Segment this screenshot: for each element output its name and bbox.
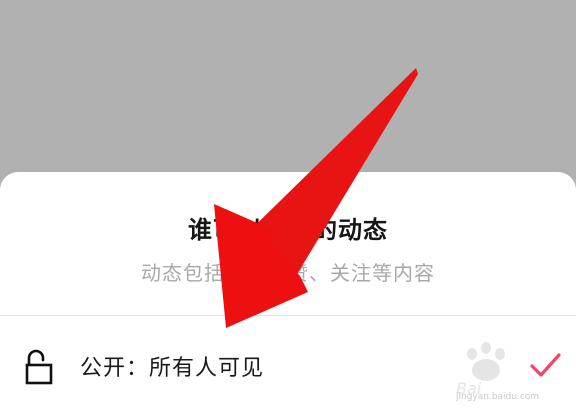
watermark-url: jingyan.baidu.com	[456, 392, 540, 402]
sheet-title: 谁可以看我的动态	[188, 216, 388, 244]
unlock-icon	[25, 349, 53, 385]
baidu-watermark-logo: Bai	[456, 342, 505, 398]
divider	[0, 315, 576, 316]
sheet-subtitle: 动态包括你的点赞、关注等内容	[141, 261, 435, 285]
screen: 谁可以看我的动态 动态包括你的点赞、关注等内容 公开：所有人可见 Bai jin…	[0, 0, 576, 410]
option-label: 公开：所有人可见	[80, 356, 265, 381]
